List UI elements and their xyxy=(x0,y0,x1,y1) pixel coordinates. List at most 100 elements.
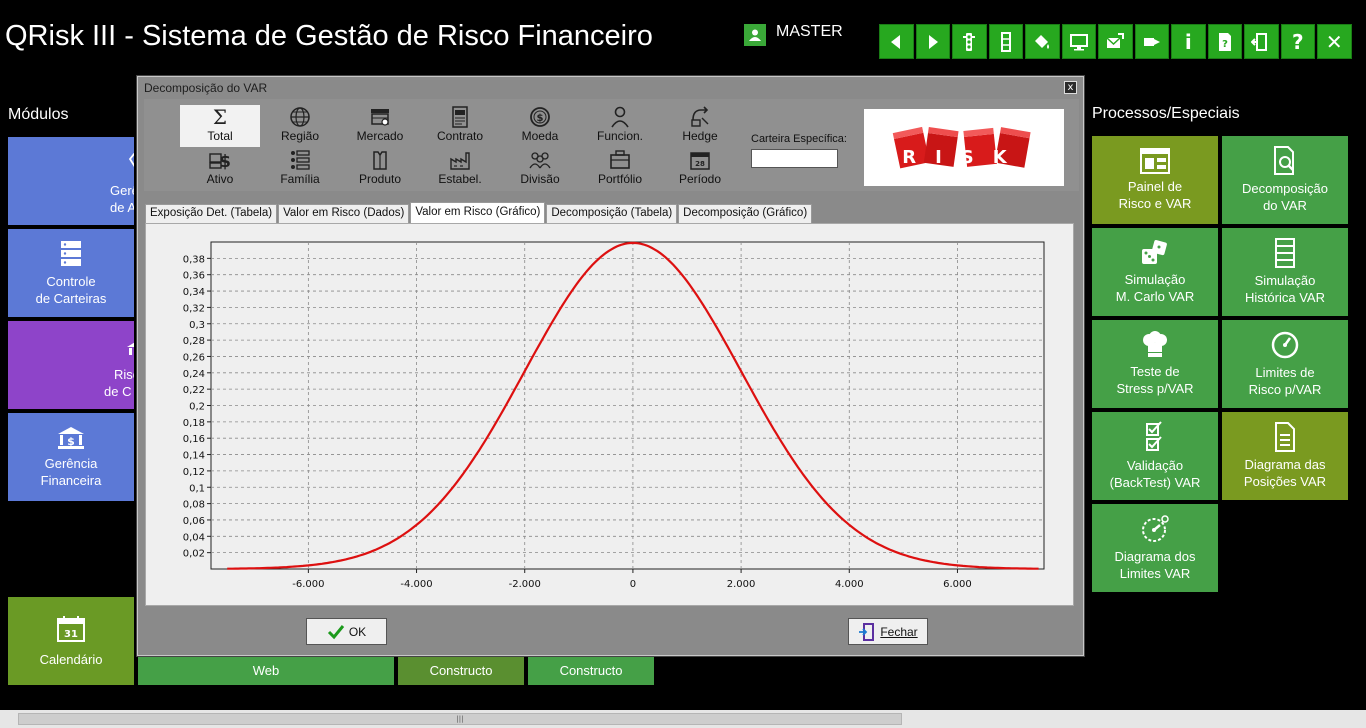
tile-web[interactable]: Web xyxy=(138,656,394,685)
dice-icon xyxy=(1142,240,1167,264)
dialog-close-button[interactable]: x xyxy=(1064,81,1077,94)
column-icon xyxy=(1000,31,1011,52)
tile-diagrama-posicoes[interactable]: Diagrama das Posições VAR xyxy=(1222,412,1348,500)
sigma-icon: Σ xyxy=(213,106,227,128)
dim-hedge-button[interactable]: Hedge xyxy=(660,105,740,147)
traffic-light-button[interactable] xyxy=(952,24,987,59)
group-icon xyxy=(529,152,551,169)
document-lines-icon xyxy=(1275,422,1295,452)
dim-funcionario-button[interactable]: Funcion. xyxy=(580,105,660,147)
send-button[interactable] xyxy=(1134,24,1169,59)
factory-icon xyxy=(450,152,470,170)
tile-simulacao-monte-carlo[interactable]: Simulação M. Carlo VAR xyxy=(1092,228,1218,316)
dialog-tabs: Exposição Det. (Tabela) Valor em Risco (… xyxy=(145,202,813,224)
tab-var-grafico[interactable]: Valor em Risco (Gráfico) xyxy=(410,202,546,223)
tab-exposicao-tabela[interactable]: Exposição Det. (Tabela) xyxy=(145,204,278,223)
door-exit-icon xyxy=(859,622,875,641)
previous-button[interactable] xyxy=(879,24,914,59)
tile-limites-risco[interactable]: Limites de Risco p/VAR xyxy=(1222,320,1348,408)
tile-constructo-1[interactable]: Constructo xyxy=(398,656,524,685)
tile-simulacao-historica[interactable]: Simulação Histórica VAR xyxy=(1222,228,1348,316)
diamond-icon xyxy=(128,153,134,167)
user-box[interactable]: MASTER xyxy=(744,24,843,46)
checkmark-icon xyxy=(327,624,344,639)
traffic-light-icon xyxy=(963,32,976,51)
scroll-left-button[interactable] xyxy=(0,712,16,726)
dimension-panel: Σ Total Região Mercado Contrato $ Moeda … xyxy=(144,99,1079,191)
coin-icon: $ xyxy=(530,107,550,127)
monitor-button[interactable] xyxy=(1061,24,1096,59)
next-button[interactable] xyxy=(915,24,950,59)
document-search-icon xyxy=(1274,146,1294,175)
document-question-icon: ? xyxy=(1218,32,1231,51)
dim-estabelecimento-button[interactable]: Estabel. xyxy=(420,148,500,190)
dim-mercado-button[interactable]: Mercado xyxy=(340,105,420,147)
exit-door-button[interactable] xyxy=(1244,24,1279,59)
arrow-right-icon xyxy=(928,34,938,49)
paint-bucket-icon xyxy=(1035,34,1050,49)
hedge-icon xyxy=(691,106,709,127)
dim-familia-button[interactable]: Família xyxy=(260,148,340,190)
speedometer-icon xyxy=(1142,515,1169,542)
ok-button[interactable]: OK xyxy=(306,618,387,645)
risk-banner-image: RISK xyxy=(864,109,1064,186)
carteira-especifica-input[interactable] xyxy=(751,149,838,168)
help-button[interactable]: ? xyxy=(1280,24,1315,59)
dim-total-button[interactable]: Σ Total xyxy=(180,105,260,147)
svg-text:$: $ xyxy=(219,152,231,171)
tile-validacao-backtest[interactable]: Validação (BackTest) VAR xyxy=(1092,412,1218,500)
tile-constructo-2[interactable]: Constructo xyxy=(528,656,654,685)
dim-portfolio-button[interactable]: Portfólio xyxy=(580,148,660,190)
tile-label-1: Gerência xyxy=(44,456,98,471)
dim-ativo-button[interactable]: $ Ativo xyxy=(180,148,260,190)
tile-teste-stress[interactable]: Teste de Stress p/VAR xyxy=(1092,320,1218,408)
x-tick-label: 0 xyxy=(630,579,636,590)
scroll-thumb[interactable]: ||| xyxy=(18,713,902,725)
tile-controle-carteiras[interactable]: Controle de Carteiras xyxy=(8,229,134,317)
modules-label: Módulos xyxy=(8,106,69,123)
tab-decomposicao-grafico[interactable]: Decomposição (Gráfico) xyxy=(678,204,813,223)
dim-produto-button[interactable]: Produto xyxy=(340,148,420,190)
tile-risco-credito[interactable]: Risc de C xyxy=(8,321,134,409)
tab-decomposicao-tabela[interactable]: Decomposição (Tabela) xyxy=(546,204,678,223)
tile-gerencia-financeira[interactable]: $ Gerência Financeira xyxy=(8,413,134,501)
y-tick-label: 0,16 xyxy=(183,434,205,445)
mail-icon xyxy=(1106,32,1125,48)
tab-var-dados[interactable]: Valor em Risco (Dados) xyxy=(278,204,410,223)
svg-text:$: $ xyxy=(537,113,544,124)
info-button[interactable]: i xyxy=(1171,24,1206,59)
dim-regiao-button[interactable]: Região xyxy=(260,105,340,147)
tile-gerencia-ativos[interactable]: Gerê de A xyxy=(8,137,134,225)
column-button[interactable] xyxy=(988,24,1023,59)
tile-label-2: Risco p/VAR xyxy=(1248,382,1322,397)
monitor-icon xyxy=(1069,33,1088,50)
dim-label: Funcion. xyxy=(596,129,644,143)
dim-label: Divisão xyxy=(520,172,560,186)
mail-button[interactable] xyxy=(1098,24,1133,59)
fechar-button[interactable]: Fechar xyxy=(848,618,928,645)
horizontal-scrollbar[interactable]: ||| xyxy=(0,710,1366,728)
tile-label-1: Limites de xyxy=(1255,365,1315,380)
paint-button[interactable] xyxy=(1025,24,1060,59)
tile-painel-risco-var[interactable]: Painel de Risco e VAR xyxy=(1092,136,1218,224)
dim-contrato-button[interactable]: Contrato xyxy=(420,105,500,147)
exit-door-icon xyxy=(1251,32,1268,51)
tile-decomposicao-var[interactable]: Decomposição do VAR xyxy=(1222,136,1348,224)
dim-periodo-button[interactable]: 28 Período xyxy=(660,148,740,190)
question-icon: ? xyxy=(1291,29,1304,54)
document-help-button[interactable]: ? xyxy=(1207,24,1242,59)
tile-calendario[interactable]: 31 Calendário xyxy=(8,597,134,685)
tile-label-2: de C xyxy=(104,384,132,399)
tile-label: Constructo xyxy=(559,663,623,678)
dim-label: Total xyxy=(207,129,233,143)
dim-moeda-button[interactable]: $ Moeda xyxy=(500,105,580,147)
tile-diagrama-limites[interactable]: Diagrama dos Limites VAR xyxy=(1092,504,1218,592)
x-tick-label: 2.000 xyxy=(727,579,756,590)
film-strip-icon xyxy=(1275,238,1295,268)
dim-label: Moeda xyxy=(521,129,559,143)
close-app-button[interactable]: ✕ xyxy=(1317,24,1352,59)
x-tick-label: -2.000 xyxy=(509,579,541,590)
dim-divisao-button[interactable]: Divisão xyxy=(500,148,580,190)
y-tick-label: 0,1 xyxy=(189,483,205,494)
product-icon xyxy=(373,151,387,170)
